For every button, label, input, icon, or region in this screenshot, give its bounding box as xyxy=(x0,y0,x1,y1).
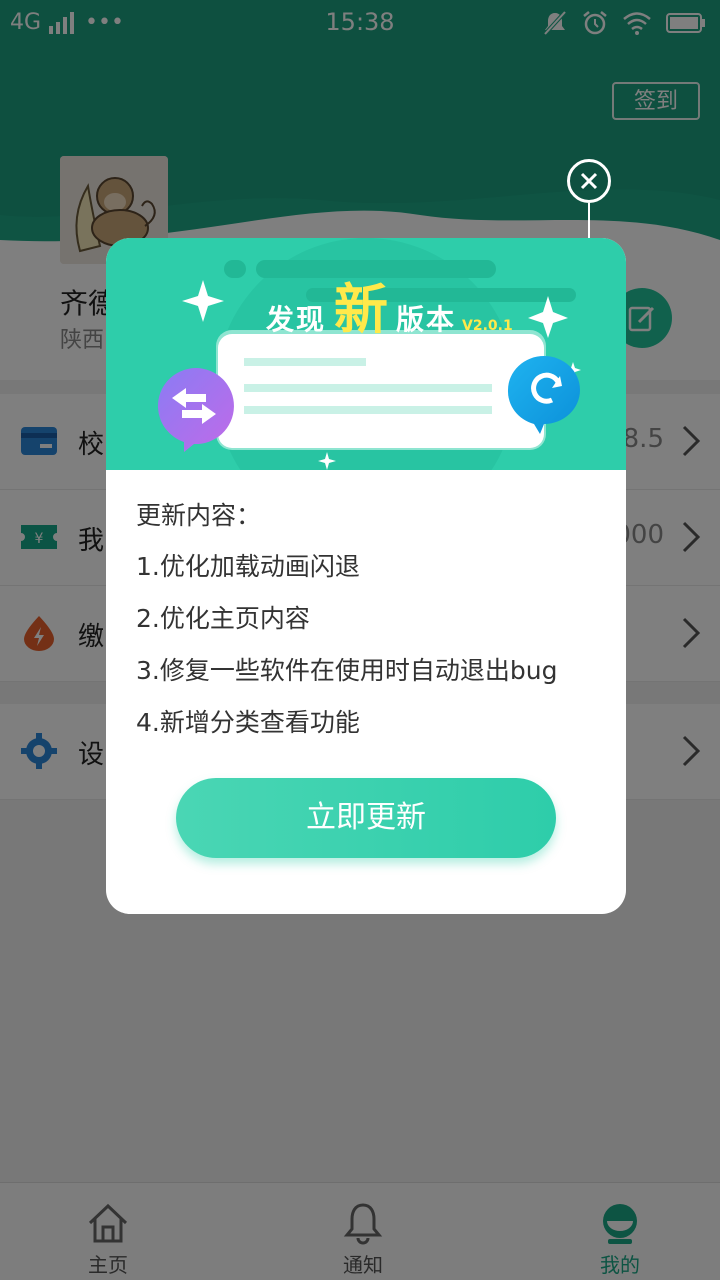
banner-title: 发现 新 版本 V2.0.1 xyxy=(266,278,513,338)
close-modal-button[interactable] xyxy=(567,159,611,203)
update-dialog: 发现 新 版本 V2.0.1 更新内容： 1.优化加载动画闪退 2.优化主页内容… xyxy=(106,238,626,914)
update-content-title: 更新内容： xyxy=(136,501,262,530)
close-connector-line xyxy=(588,203,590,239)
update-note-item: 3.修复一些软件在使用时自动退出bug xyxy=(136,656,558,685)
update-now-button[interactable]: 立即更新 xyxy=(176,778,556,858)
banner-illustration xyxy=(157,238,581,470)
update-note-item: 2.优化主页内容 xyxy=(136,604,310,633)
banner-title-suffix: 版本 xyxy=(396,303,457,336)
banner-title-highlight: 新 xyxy=(334,278,389,341)
update-note-item: 1.优化加载动画闪退 xyxy=(136,552,360,581)
update-banner: 发现 新 版本 V2.0.1 xyxy=(106,238,626,470)
version-label: V2.0.1 xyxy=(462,318,513,334)
update-notes-list: 1.优化加载动画闪退 2.优化主页内容 3.修复一些软件在使用时自动退出bug … xyxy=(136,550,557,758)
update-note-item: 4.新增分类查看功能 xyxy=(136,708,360,737)
close-icon xyxy=(580,172,598,190)
banner-title-prefix: 发现 xyxy=(266,303,327,336)
